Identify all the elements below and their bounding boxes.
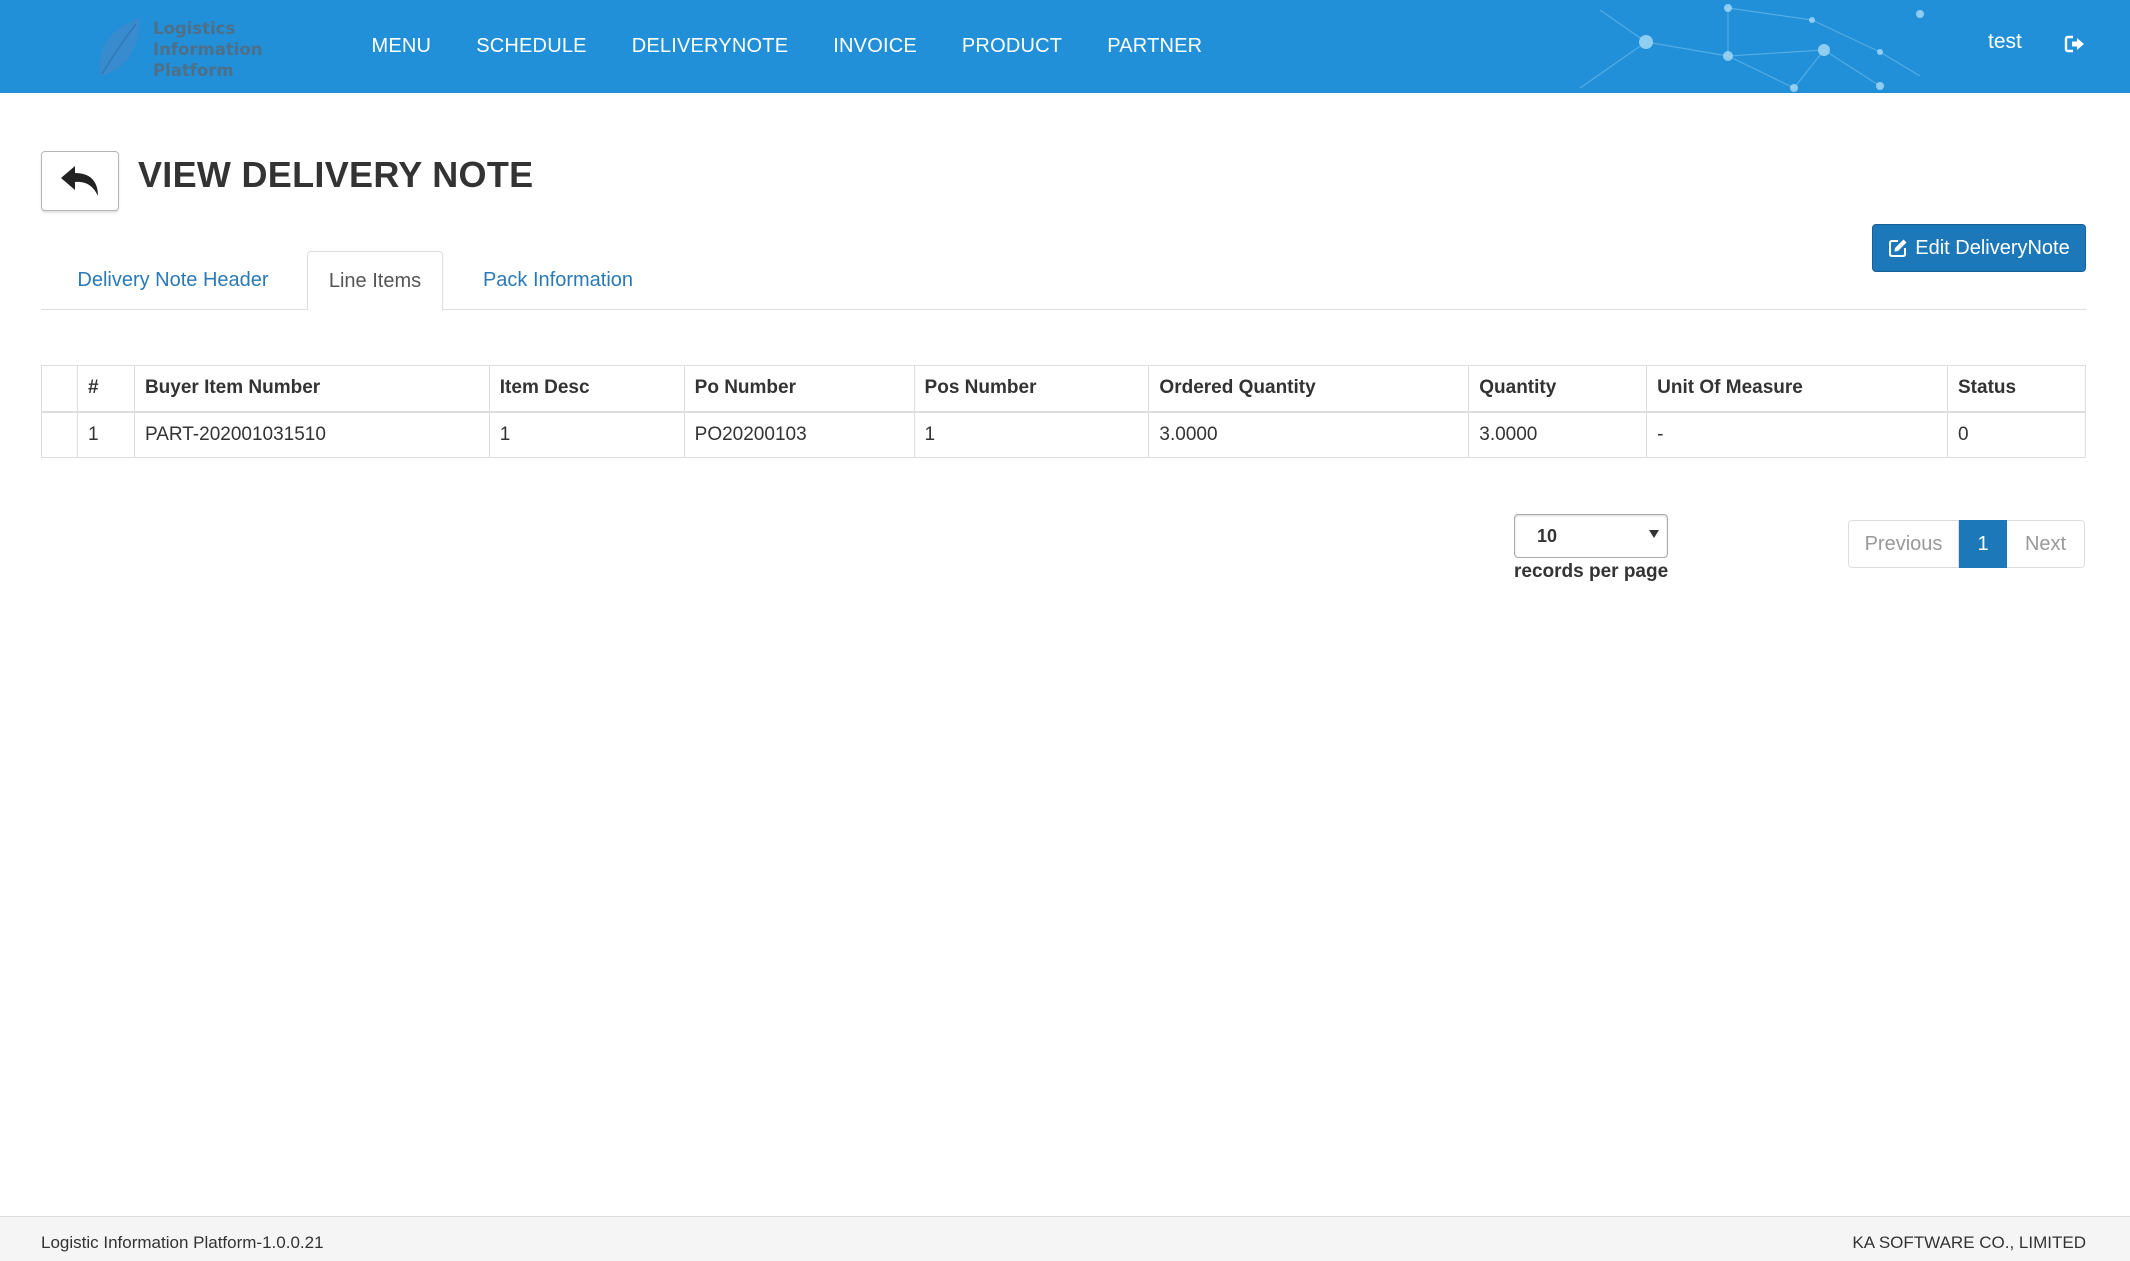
tab-pack-information[interactable]: Pack Information <box>443 251 673 310</box>
table-cell: 3.0000 <box>1468 411 1648 458</box>
table-row[interactable]: 1 PART-202001031510 1 PO20200103 1 3.000… <box>41 411 2086 458</box>
column-header[interactable]: Pos Number <box>913 365 1150 413</box>
column-header[interactable]: Quantity <box>1468 365 1648 413</box>
chevron-down-icon <box>1649 530 1659 538</box>
table-cell: PO20200103 <box>683 411 915 458</box>
footer: Logistic Information Platform-1.0.0.21 K… <box>0 1216 2130 1261</box>
reply-arrow-icon <box>61 166 98 196</box>
app-logo[interactable]: Logistics Information Platform <box>94 14 274 82</box>
table-cell: 1 <box>913 411 1150 458</box>
tab-delivery-note-header[interactable]: Delivery Note Header <box>41 251 305 310</box>
column-header[interactable]: Ordered Quantity <box>1148 365 1470 413</box>
column-header[interactable] <box>41 365 78 413</box>
page-size-value: 10 <box>1537 526 1558 546</box>
pagination: Previous 1 Next <box>1848 520 2085 568</box>
line-items-table: # Buyer Item Number Item Desc Po Number … <box>41 365 2086 458</box>
logout-icon[interactable] <box>2064 33 2086 55</box>
table-cell: PART-202001031510 <box>133 411 490 458</box>
logo-line: Logistics <box>153 19 236 38</box>
records-per-page-label: records per page <box>1514 561 1669 582</box>
table-cell: 0 <box>1947 411 2086 458</box>
column-header[interactable]: Status <box>1947 365 2086 413</box>
tab-bar: Delivery Note Header Line Items Pack Inf… <box>41 251 2086 311</box>
nav-menu[interactable]: MENU <box>349 35 454 58</box>
column-header[interactable]: # <box>76 365 135 413</box>
page-size-select[interactable]: 10 <box>1514 514 1668 558</box>
table-cell: 1 <box>488 411 685 458</box>
footer-company: KA SOFTWARE CO., LIMITED <box>1852 1233 2086 1252</box>
tab-line-items[interactable]: Line Items <box>307 251 443 311</box>
table-cell: 3.0000 <box>1148 411 1470 458</box>
footer-version: Logistic Information Platform-1.0.0.21 <box>41 1233 324 1252</box>
logo-line: Information <box>153 40 263 59</box>
page-1-button[interactable]: 1 <box>1959 520 2007 568</box>
previous-page-button[interactable]: Previous <box>1848 520 1959 568</box>
nav-schedule[interactable]: SCHEDULE <box>454 35 610 58</box>
back-button[interactable] <box>41 151 119 211</box>
column-header[interactable]: Unit Of Measure <box>1646 365 1948 413</box>
table-cell: - <box>1646 411 1948 458</box>
main-nav: MENU SCHEDULE DELIVERYNOTE INVOICE PRODU… <box>349 0 1225 93</box>
column-header[interactable]: Buyer Item Number <box>133 365 490 413</box>
column-header[interactable]: Po Number <box>683 365 915 413</box>
column-header[interactable]: Item Desc <box>488 365 685 413</box>
logo-text: Logistics Information Platform <box>153 18 263 81</box>
page-title: VIEW DELIVERY NOTE <box>138 154 534 195</box>
logo-line: Platform <box>153 61 234 80</box>
leaf-icon <box>99 18 140 76</box>
next-page-button[interactable]: Next <box>2007 520 2085 568</box>
nav-partner[interactable]: PARTNER <box>1085 35 1225 58</box>
nav-product[interactable]: PRODUCT <box>939 35 1084 58</box>
table-header-row: # Buyer Item Number Item Desc Po Number … <box>41 365 2086 413</box>
user-name[interactable]: test <box>1988 30 2022 54</box>
top-navbar: Logistics Information Platform MENU SCHE… <box>0 0 2130 93</box>
table-cell <box>41 411 78 458</box>
nav-deliverynote[interactable]: DELIVERYNOTE <box>609 35 811 58</box>
table-cell: 1 <box>76 411 135 458</box>
nav-invoice[interactable]: INVOICE <box>811 35 940 58</box>
network-decoration <box>1579 4 1924 92</box>
